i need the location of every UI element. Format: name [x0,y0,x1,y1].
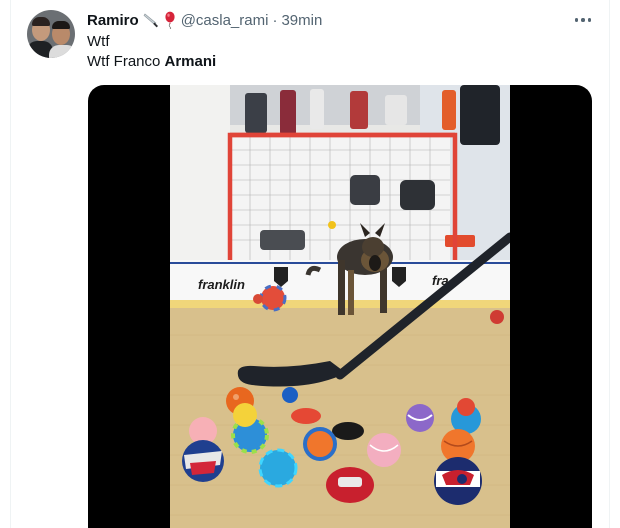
separator-dot: · [272,11,278,29]
tweet[interactable]: Ramiro @casla_rami · 39min Wtf Wtf Franc… [11,0,609,528]
board-text-franklin: franklin [198,277,245,292]
tweet-text-bold: Armani [164,53,217,70]
timeline-border-right [609,0,610,528]
tweet-text-line-2: Wtf Franco Armani [87,52,216,72]
balloon-icon [163,11,177,29]
more-options-icon[interactable] [571,10,595,30]
avatar-person-2-shirt [49,45,75,58]
tweet-header: Ramiro @casla_rami · 39min [87,10,322,30]
avatar-person-1-hair [32,17,50,26]
tweet-text-prefix: Wtf Franco [87,53,165,70]
knife-icon [142,12,160,28]
tweet-text-line-1: Wtf [87,33,110,50]
video-frame[interactable]: franklin fra [170,85,510,528]
display-name[interactable]: Ramiro [87,12,139,29]
video-player[interactable]: franklin fra [88,85,592,528]
avatar-person-2-hair [52,21,70,29]
avatar[interactable] [27,10,75,58]
timestamp[interactable]: 39min [281,12,322,29]
handle[interactable]: @casla_rami [181,12,269,29]
